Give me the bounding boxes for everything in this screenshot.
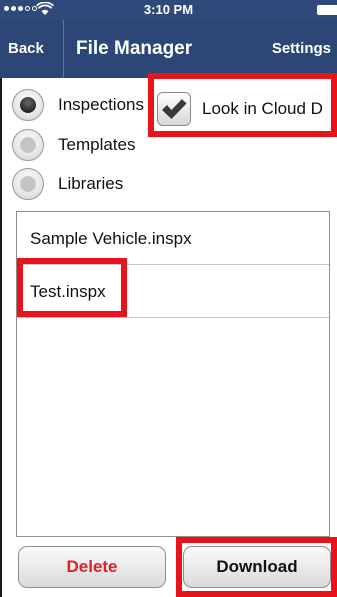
radio-selected-icon[interactable] (12, 89, 44, 121)
file-row-sample-vehicle[interactable]: Sample Vehicle.inspx (17, 212, 329, 265)
cloud-checkbox-option[interactable]: Look in Cloud D (157, 89, 323, 129)
file-row-test[interactable]: Test.inspx (17, 265, 329, 318)
status-bar: 3:10 PM (0, 0, 337, 20)
radio-option-inspections[interactable]: Inspections (12, 88, 144, 122)
back-button[interactable]: Back (8, 20, 44, 78)
radio-label: Inspections (58, 95, 144, 114)
delete-button[interactable]: Delete (18, 546, 166, 588)
radio-option-templates[interactable]: Templates (12, 128, 135, 162)
cloud-checkbox-label: Look in Cloud D (202, 99, 323, 118)
left-edge-divider (0, 78, 2, 597)
radio-option-libraries[interactable]: Libraries (12, 167, 123, 201)
checkmark-icon (162, 99, 187, 119)
status-time: 3:10 PM (143, 2, 194, 17)
radio-label: Libraries (58, 174, 124, 193)
cloud-checkbox[interactable] (157, 92, 191, 126)
download-button[interactable]: Download (183, 546, 331, 588)
battery-icon (317, 5, 337, 15)
file-list[interactable]: Sample Vehicle.inspx Test.inspx (16, 211, 330, 537)
radio-unselected-icon[interactable] (12, 129, 44, 161)
radio-unselected-icon[interactable] (12, 168, 44, 200)
nav-bar: Back File Manager Settings (0, 20, 337, 78)
radio-label: Templates (58, 135, 136, 154)
settings-button[interactable]: Settings (272, 20, 331, 78)
nav-divider (63, 20, 64, 78)
page-title: File Manager (76, 38, 193, 59)
